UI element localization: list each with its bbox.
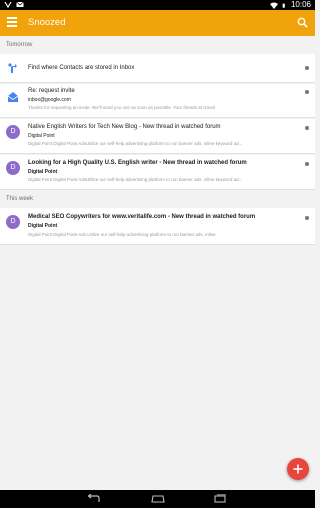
section-header-this-week: This week xyxy=(6,196,34,202)
notification-icon xyxy=(4,1,12,8)
envelope-icon xyxy=(7,92,19,102)
item-title: Find where Contacts are stored in Inbox xyxy=(28,65,135,71)
page-title: Snoozed xyxy=(28,17,66,28)
wifi-icon xyxy=(269,2,278,9)
item-sender: Digital Point xyxy=(28,133,55,139)
avatar: D xyxy=(6,161,20,175)
app-bar: Snoozed xyxy=(0,10,315,36)
snooze-icon xyxy=(305,90,309,94)
battery-icon xyxy=(282,3,285,8)
list-item[interactable]: D Medical SEO Copywriters for www.verita… xyxy=(0,208,315,245)
email-notification-icon xyxy=(16,1,24,7)
item-title: Native English Writers for Tech New Blog… xyxy=(28,124,221,130)
menu-icon[interactable] xyxy=(7,17,17,29)
compose-button[interactable] xyxy=(287,458,309,480)
home-icon[interactable] xyxy=(150,494,166,504)
avatar: D xyxy=(6,125,20,139)
snooze-icon xyxy=(305,66,309,70)
inbox-hand-icon xyxy=(8,63,17,73)
list-item[interactable]: D Looking for a High Quality U.S. Englis… xyxy=(0,155,315,190)
section-header-tomorrow: Tomorrow xyxy=(6,42,33,48)
item-snippet: Digital Point Digital Point AdsUtilize o… xyxy=(28,141,243,146)
avatar: D xyxy=(6,215,20,229)
item-title: Medical SEO Copywriters for www.veritali… xyxy=(28,214,256,220)
item-sender: Digital Point xyxy=(28,169,58,175)
item-snippet: Digital Point Digital Point Ads Utilize … xyxy=(28,232,216,237)
snooze-icon xyxy=(305,216,309,220)
item-title: Re: request invite xyxy=(28,88,75,94)
search-icon[interactable] xyxy=(297,17,308,28)
item-sender: Digital Point xyxy=(28,223,58,229)
back-icon[interactable] xyxy=(86,494,101,504)
item-sender: inbox@google.com xyxy=(28,97,71,103)
list-item[interactable]: Re: request invite inbox@google.com Than… xyxy=(0,84,315,118)
snooze-icon xyxy=(305,126,309,130)
status-bar: 10:06 xyxy=(0,0,315,10)
item-title: Looking for a High Quality U.S. English … xyxy=(28,160,247,166)
item-snippet: Thanks for requesting an invite. We'll s… xyxy=(28,105,215,110)
list-item[interactable]: Find where Contacts are stored in Inbox xyxy=(0,54,315,83)
item-snippet: Digital Point Digital Point AdsUtilize o… xyxy=(28,177,243,182)
snooze-icon xyxy=(305,162,309,166)
recents-icon[interactable] xyxy=(213,494,227,504)
list-item[interactable]: D Native English Writers for Tech New Bl… xyxy=(0,119,315,154)
status-time: 10:06 xyxy=(290,0,311,9)
navigation-bar xyxy=(0,490,315,508)
plus-icon xyxy=(293,464,303,474)
